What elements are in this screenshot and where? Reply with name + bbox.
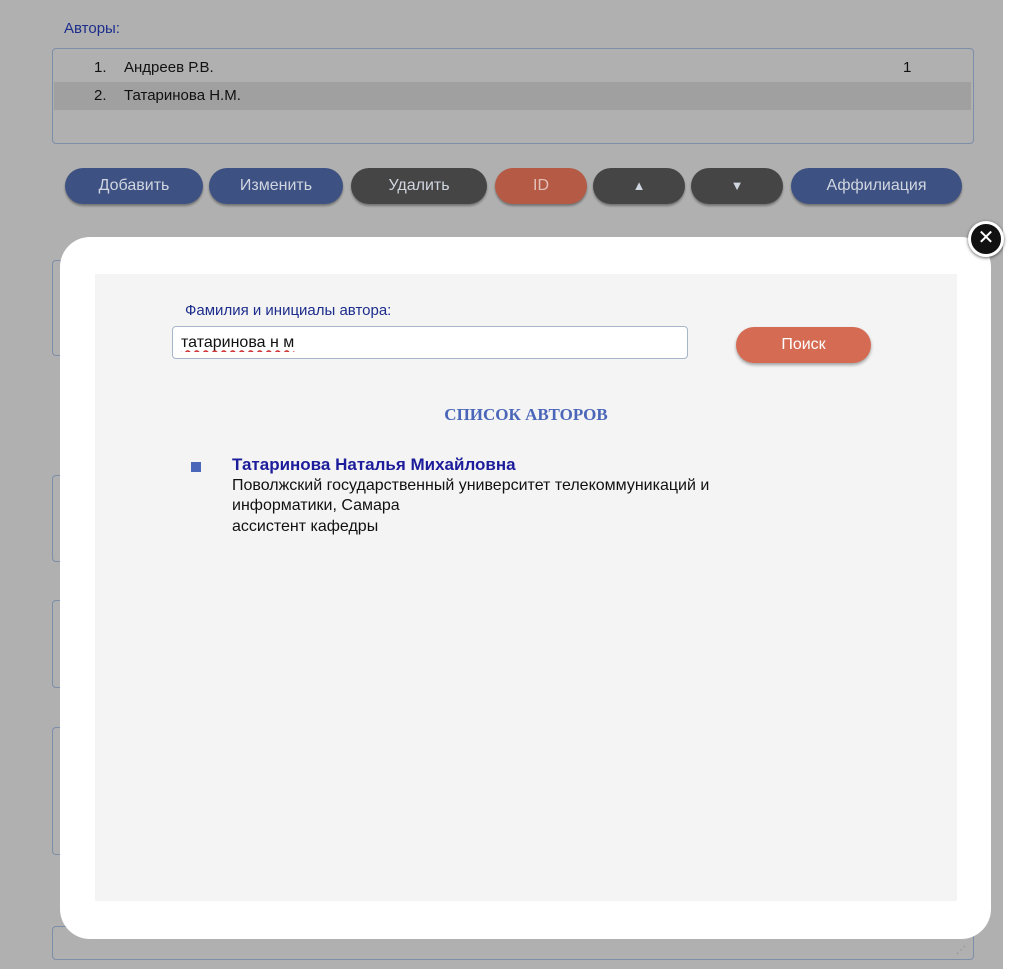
resize-grip-icon[interactable]: ⋰ (956, 945, 967, 956)
edit-author-button[interactable]: Изменить (209, 168, 343, 204)
authors-list-title: СПИСОК АВТОРОВ (444, 405, 608, 424)
page-edge (1003, 0, 1011, 969)
id-button[interactable]: ID (495, 168, 587, 204)
author-name: Татаринова Н.М. (124, 87, 241, 104)
authors-title: Авторы: (64, 20, 120, 37)
delete-author-button[interactable]: Удалить (351, 168, 487, 204)
author-name-label: Фамилия и инициалы автора: (185, 302, 392, 319)
move-down-button[interactable]: ▼ (691, 168, 783, 204)
affiliation-button[interactable]: Аффилиация (791, 168, 962, 204)
author-search-input[interactable] (172, 326, 688, 359)
result-author-name[interactable]: Татаринова Наталья Михайловна (232, 455, 516, 475)
search-button[interactable]: Поиск (736, 327, 871, 363)
close-icon[interactable]: ✕ (968, 221, 1004, 257)
authors-list: 1. Андреев Р.В. 1 2. Татаринова Н.М. (52, 48, 974, 144)
move-up-button[interactable]: ▲ (593, 168, 685, 204)
modal-content: Фамилия и инициалы автора: Поиск СПИСОК … (95, 274, 957, 901)
author-name: Андреев Р.В. (124, 59, 214, 76)
bullet-icon (191, 462, 201, 472)
result-position: ассистент кафедры (232, 518, 379, 535)
add-author-button[interactable]: Добавить (65, 168, 203, 204)
author-count: 1 (903, 59, 912, 76)
author-row[interactable]: 2. Татаринова Н.М. (54, 82, 971, 110)
result-organization-city: информатики, Самара (232, 497, 400, 514)
author-search-modal: Фамилия и инициалы автора: Поиск СПИСОК … (60, 237, 991, 939)
author-row[interactable]: 1. Андреев Р.В. 1 (54, 54, 971, 82)
author-number: 2. (94, 87, 107, 104)
author-number: 1. (94, 59, 107, 76)
result-organization: Поволжский государственный университет т… (232, 477, 710, 494)
